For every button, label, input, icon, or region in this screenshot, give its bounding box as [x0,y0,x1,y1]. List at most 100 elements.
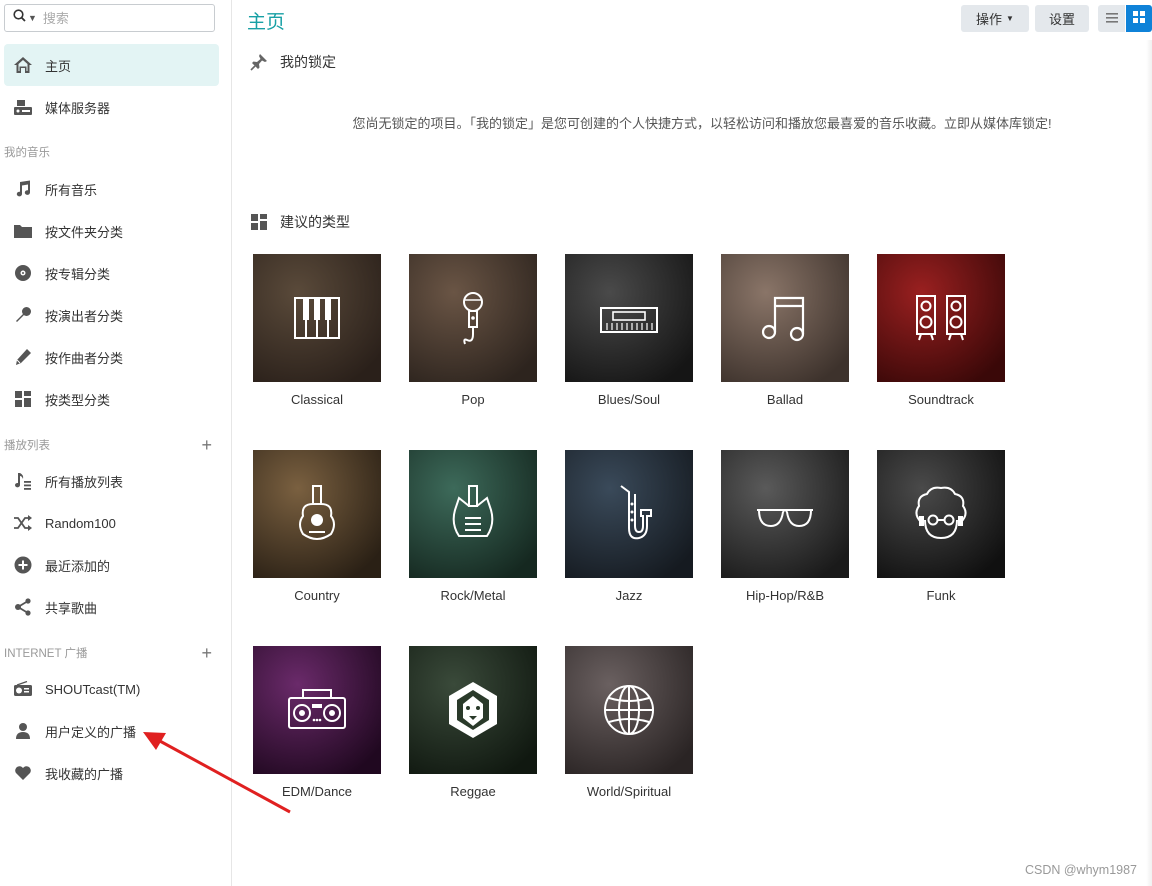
page-title: 主页 [247,12,286,33]
genre-image [721,450,849,578]
settings-button[interactable]: 设置 [1035,5,1089,32]
home-icon [12,54,34,76]
speakers-icon [916,295,966,341]
genre-image [253,450,381,578]
settings-label: 设置 [1048,12,1075,27]
genre-tile-country[interactable]: Country [253,450,381,603]
genre-label: Ballad [766,392,804,407]
genre-tile-reggae[interactable]: Reggae [409,646,537,799]
genre-label: Country [294,588,340,603]
music-note-icon [12,178,34,200]
sidebar-item-label: SHOUTcast(TM) [45,681,141,697]
pen-icon [12,346,34,368]
genre-label: Funk [926,588,956,603]
sidebar-item-label: 我收藏的广播 [45,766,124,782]
genre-label: Classical [290,392,343,407]
sidebar-item-label: 所有播放列表 [45,474,124,490]
genre-tile-classical[interactable]: Classical [253,254,381,407]
share-icon [12,596,34,618]
sidebar-item-random100[interactable]: Random100 [4,502,219,544]
radio-icon [12,678,34,700]
genre-tile-ballad[interactable]: Ballad [721,254,849,407]
genre-tile-edm-dance[interactable]: EDM/Dance [253,646,381,799]
microphone-icon [463,292,483,345]
genre-tile-world-spiritual[interactable]: World/Spiritual [565,646,693,799]
operations-button[interactable]: 操作 ▼ [961,5,1029,32]
genre-image [877,254,1005,382]
sidebar-item-by-composer[interactable]: 按作曲者分类 [4,336,219,378]
sidebar-item-label: Random100 [45,515,116,531]
genre-image [409,450,537,578]
grid-icon [249,212,269,232]
sidebar-item-media-server[interactable]: 媒体服务器 [4,86,219,128]
playlist-icon [12,470,34,492]
grid-view-icon [1133,11,1145,26]
sidebar-item-shared-songs[interactable]: 共享歌曲 [4,586,219,628]
user-icon [12,720,34,742]
genre-image [721,254,849,382]
heart-icon [12,762,34,784]
genre-image [877,450,1005,578]
genres-title: 建议的类型 [280,214,350,230]
sidebar-item-label: 按专辑分类 [45,266,111,282]
section-internet-radio: INTERNET 广播 + [4,644,212,662]
genre-label: World/Spiritual [586,784,672,799]
genre-tile-pop[interactable]: Pop [409,254,537,407]
sidebar-item-by-folder[interactable]: 按文件夹分类 [4,210,219,252]
lion-icon [449,682,497,738]
sidebar-item-recently-added[interactable]: 最近添加的 [4,544,219,586]
afro-icon [915,486,967,540]
disc-icon [12,262,34,284]
media-server-icon [12,96,34,118]
sidebar-item-by-genre[interactable]: 按类型分类 [4,378,219,420]
sidebar-item-all-playlists[interactable]: 所有播放列表 [4,460,219,502]
genre-image [409,254,537,382]
sidebar-item-user-defined-radio[interactable]: 用户定义的广播 [4,710,219,752]
sidebar-item-label: 按文件夹分类 [45,224,124,240]
genre-label: EDM/Dance [281,784,353,799]
sidebar-item-favorite-radio[interactable]: 我收藏的广播 [4,752,219,794]
plus-circle-icon [12,554,34,576]
chevron-down-icon: ▼ [1006,14,1014,23]
sidebar-item-all-music[interactable]: 所有音乐 [4,168,219,210]
music-note-icon [761,296,805,342]
sidebar-item-label: 共享歌曲 [45,600,98,616]
add-radio-icon[interactable]: + [201,644,212,662]
search-icon[interactable] [13,9,26,27]
main-content: 主页 操作 ▼ 设置 我的锁定 您尚无锁定的项目。「我的锁定」是您可创建的个人快… [232,0,1152,886]
add-playlist-icon[interactable]: + [201,436,212,454]
search-box[interactable]: ▼ [4,4,215,32]
sidebar-item-label: 按作曲者分类 [45,350,124,366]
sidebar-item-shoutcast[interactable]: SHOUTcast(TM) [4,668,219,710]
electric-guitar-icon [452,485,494,537]
operations-label: 操作 [976,12,1003,27]
genre-image [565,450,693,578]
genre-tile-rock-metal[interactable]: Rock/Metal [409,450,537,603]
genre-tile-jazz[interactable]: Jazz [565,450,693,603]
pin-icon [249,52,269,72]
sidebar-item-label: 所有音乐 [45,182,98,198]
chevron-down-icon[interactable]: ▼ [28,13,37,23]
list-view-button[interactable] [1098,5,1125,32]
genre-tile-funk[interactable]: Funk [877,450,1005,603]
genres-section-header: 建议的类型 [249,212,350,232]
sunglasses-icon [757,509,813,528]
pinned-section-header: 我的锁定 [249,52,336,72]
search-input[interactable] [42,10,193,26]
sidebar-item-label: 媒体服务器 [45,100,111,116]
genre-image [409,646,537,774]
genre-tile-soundtrack[interactable]: Soundtrack [877,254,1005,407]
sidebar-item-label: 按演出者分类 [45,308,124,324]
sidebar-item-by-album[interactable]: 按专辑分类 [4,252,219,294]
genre-image [565,254,693,382]
grid-view-button[interactable] [1126,5,1152,32]
microphone-icon [12,304,34,326]
sidebar-item-by-artist[interactable]: 按演出者分类 [4,294,219,336]
globe-icon [604,685,654,735]
genre-tile-hip-hop-rnb[interactable]: Hip-Hop/R&B [721,450,849,603]
section-playlists: 播放列表 + [4,436,212,454]
sidebar-item-home[interactable]: 主页 [4,44,219,86]
section-label: INTERNET 广播 [4,648,88,660]
sidebar-item-label: 主页 [45,58,72,74]
genre-tile-blues-soul[interactable]: Blues/Soul [565,254,693,407]
